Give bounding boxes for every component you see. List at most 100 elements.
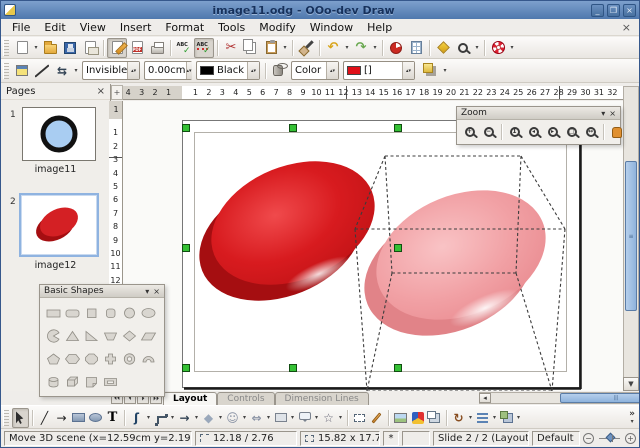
curve-dropdown[interactable]: ▾ xyxy=(145,408,152,428)
callouts-dropdown[interactable]: ▾ xyxy=(313,408,320,428)
shape-rectangle-icon[interactable] xyxy=(44,301,63,324)
undo-dropdown[interactable]: ▾ xyxy=(343,38,351,58)
navigator-icon[interactable] xyxy=(433,38,453,58)
tab-controls[interactable]: Controls xyxy=(217,392,274,405)
insert-picture-icon[interactable] xyxy=(392,408,409,428)
symbol-shapes-dropdown[interactable]: ▾ xyxy=(241,408,248,428)
gallery-icon[interactable] xyxy=(409,408,426,428)
zoom-previous-icon[interactable]: ◂ xyxy=(524,123,543,142)
insert-frame-icon[interactable] xyxy=(426,408,443,428)
vertical-scroll-thumb[interactable]: ≡ xyxy=(625,161,637,311)
shape-isosceles-triangle-icon[interactable] xyxy=(63,324,82,347)
horizontal-scroll-thumb[interactable]: ||| xyxy=(560,393,640,403)
maximize-button[interactable]: ❐ xyxy=(607,4,620,17)
menu-insert[interactable]: Insert xyxy=(113,20,159,35)
auto-spellcheck-icon[interactable] xyxy=(194,38,214,58)
menu-format[interactable]: Format xyxy=(158,20,211,35)
status-slide[interactable]: Slide 2 / 2 (Layout) xyxy=(433,431,529,446)
menu-help[interactable]: Help xyxy=(360,20,399,35)
line-width-input[interactable]: 0.00cm ▴▾ xyxy=(144,61,192,80)
shape-circle-pie-icon[interactable] xyxy=(44,324,63,347)
zoom-dropdown[interactable]: ▾ xyxy=(473,38,481,58)
spin-buttons[interactable]: ▴▾ xyxy=(402,62,414,79)
flowchart-dropdown[interactable]: ▾ xyxy=(289,408,296,428)
basic-shapes-dropdown[interactable]: ▾ xyxy=(217,408,224,428)
shape-hexagon-icon[interactable] xyxy=(63,347,82,370)
open-icon[interactable] xyxy=(40,38,60,58)
lines-arrows-icon[interactable]: → xyxy=(176,408,193,428)
alignment-dropdown[interactable]: ▾ xyxy=(491,408,498,428)
page-label[interactable]: image11 xyxy=(1,164,110,175)
page-thumbnail-1[interactable] xyxy=(22,107,96,161)
paste-icon[interactable] xyxy=(261,38,281,58)
zoom-page-icon[interactable]: □ xyxy=(562,123,581,142)
zoom-palette-titlebar[interactable]: Zoom ▾ × xyxy=(457,107,620,120)
toolbar-more-dropdown[interactable]: ▾ xyxy=(631,418,634,425)
palette-menu-icon[interactable]: ▾ xyxy=(145,287,149,296)
spin-buttons[interactable]: ▴▾ xyxy=(127,62,139,79)
connector-dropdown[interactable]: ▾ xyxy=(169,408,176,428)
new-document-icon[interactable] xyxy=(12,38,32,58)
rotate-dropdown[interactable]: ▾ xyxy=(467,408,474,428)
spin-buttons[interactable]: ▴▾ xyxy=(326,62,338,79)
stars-dropdown[interactable]: ▾ xyxy=(337,408,344,428)
status-page-style[interactable]: Default xyxy=(532,431,580,446)
new-dropdown[interactable]: ▾ xyxy=(32,38,40,58)
menu-edit[interactable]: Edit xyxy=(37,20,72,35)
shape-rounded-square-icon[interactable] xyxy=(101,301,120,324)
redo-dropdown[interactable]: ▾ xyxy=(371,38,379,58)
flowchart-icon[interactable] xyxy=(272,408,289,428)
zoom-slider-track[interactable] xyxy=(599,438,620,439)
print-icon[interactable] xyxy=(147,38,167,58)
basic-shapes-icon[interactable]: ◆ xyxy=(200,408,217,428)
basic-shapes-titlebar[interactable]: Basic Shapes ▾ × xyxy=(40,285,164,298)
shape-pentagon-icon[interactable] xyxy=(44,347,63,370)
rectangle-icon[interactable] xyxy=(70,408,87,428)
redo-icon[interactable]: ↷ xyxy=(351,38,371,58)
alignment-icon[interactable] xyxy=(474,408,491,428)
format-paintbrush-icon[interactable] xyxy=(296,38,316,58)
styles-formatting-icon[interactable] xyxy=(12,61,32,81)
palette-menu-icon[interactable]: ▾ xyxy=(601,109,605,118)
block-arrows-icon[interactable]: ⇔ xyxy=(248,408,265,428)
spreadsheet-icon[interactable] xyxy=(406,38,426,58)
shadow-icon[interactable] xyxy=(421,61,441,81)
menu-window[interactable]: Window xyxy=(303,20,360,35)
arrange-icon[interactable] xyxy=(498,408,515,428)
title-bar[interactable]: image11.odg - OOo-dev Draw _ ❐ × xyxy=(1,1,639,19)
rotate-icon[interactable]: ↻ xyxy=(450,408,467,428)
toolbar-grip[interactable] xyxy=(3,40,9,56)
line-style-select[interactable]: Invisible ▴▾ xyxy=(82,61,140,80)
shape-cross-icon[interactable] xyxy=(101,347,120,370)
zoom-100-icon[interactable]: 1 xyxy=(505,123,524,142)
copy-icon[interactable] xyxy=(241,38,261,58)
zoom-out-icon[interactable]: − xyxy=(479,123,498,142)
shape-diamond-icon[interactable] xyxy=(120,324,139,347)
shape-parallelogram-icon[interactable] xyxy=(139,324,158,347)
shape-right-triangle-icon[interactable] xyxy=(82,324,101,347)
zoom-in-icon[interactable]: + xyxy=(460,123,479,142)
symbol-shapes-icon[interactable]: ☺ xyxy=(224,408,241,428)
standard-overflow-dropdown[interactable]: ▾ xyxy=(508,38,516,58)
close-button[interactable]: × xyxy=(623,4,636,17)
shape-square-icon[interactable] xyxy=(82,301,101,324)
zoom-minus-icon[interactable]: − xyxy=(583,433,594,444)
menu-tools[interactable]: Tools xyxy=(211,20,252,35)
toolbar-more-button[interactable]: » xyxy=(629,411,635,418)
menu-view[interactable]: View xyxy=(73,20,113,35)
shape-folded-corner-icon[interactable] xyxy=(82,370,101,393)
fill-color-select[interactable]: [] ▴▾ xyxy=(343,61,415,80)
area-dialog-icon[interactable] xyxy=(269,61,289,81)
ruler-origin-box[interactable]: + xyxy=(111,85,123,100)
callouts-icon[interactable] xyxy=(296,408,313,428)
save-icon[interactable] xyxy=(60,38,80,58)
glue-points-icon[interactable] xyxy=(368,408,385,428)
arrow-style-dropdown[interactable]: ▾ xyxy=(72,61,80,81)
zoom-icon[interactable] xyxy=(453,38,473,58)
text-icon[interactable]: T xyxy=(104,408,121,428)
zoom-slider[interactable]: − + xyxy=(583,431,636,446)
zoom-next-icon[interactable]: ▸ xyxy=(543,123,562,142)
scroll-left-button[interactable]: ◂ xyxy=(479,393,491,403)
zoom-plus-icon[interactable]: + xyxy=(625,433,636,444)
fill-style-select[interactable]: Color ▴▾ xyxy=(291,61,339,80)
